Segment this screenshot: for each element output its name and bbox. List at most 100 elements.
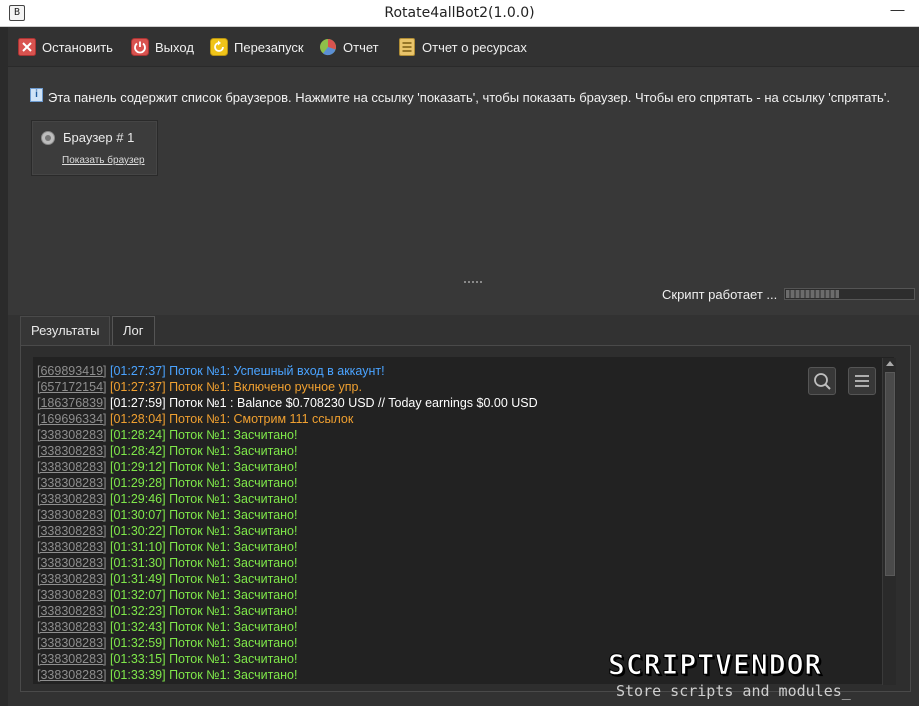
watermark-title: SCRIPTVENDOR: [607, 648, 823, 682]
script-progress-bar: [784, 288, 915, 300]
log-line-text: [01:31:10] Поток №1: Засчитано!: [106, 540, 298, 554]
log-line-id[interactable]: [657172154]: [37, 380, 107, 394]
log-line-text: [01:33:15] Поток №1: Засчитано!: [106, 652, 298, 666]
script-progress-fill: [786, 290, 839, 298]
log-line-text: [01:27:37] Поток №1: Успешный вход в акк…: [106, 364, 385, 378]
menu-button[interactable]: [848, 367, 876, 395]
info-icon: i: [30, 87, 43, 102]
log-line-id[interactable]: [338308283]: [37, 428, 107, 442]
log-line-text: [01:32:59] Поток №1: Засчитано!: [106, 636, 298, 650]
menu-icon: [855, 375, 869, 387]
browser-card: Браузер # 1 Показать браузер: [31, 120, 158, 176]
log-line-text: [01:32:43] Поток №1: Засчитано!: [106, 620, 298, 634]
report-button[interactable]: Отчет: [319, 36, 379, 58]
watermark: SCRIPTVENDOR Store scripts and modules_: [607, 648, 913, 706]
browser-panel: i Эта панель содержит список браузеров. …: [8, 66, 919, 315]
log-line: [338308283] [01:32:43] Поток №1: Засчита…: [37, 619, 538, 635]
log-line-id[interactable]: [186376839]: [37, 396, 107, 410]
panel-splitter-handle[interactable]: [464, 281, 482, 285]
log-line-text: [01:33:39] Поток №1: Засчитано!: [106, 668, 298, 682]
tab-log[interactable]: Лог: [112, 316, 155, 346]
log-panel: [669893419] [01:27:37] Поток №1: Успешны…: [20, 345, 911, 692]
log-line-text: [01:29:28] Поток №1: Засчитано!: [106, 476, 298, 490]
log-line-id[interactable]: [338308283]: [37, 476, 107, 490]
power-icon: [131, 38, 149, 56]
toolbar: Остановить Выход Перезапуск Отчет Отчет …: [8, 28, 919, 66]
log-line-id[interactable]: [169696334]: [37, 412, 107, 426]
exit-button[interactable]: Выход: [131, 36, 194, 58]
restart-button[interactable]: Перезапуск: [210, 36, 304, 58]
log-line: [338308283] [01:31:49] Поток №1: Засчита…: [37, 571, 538, 587]
log-line: [338308283] [01:32:23] Поток №1: Засчита…: [37, 603, 538, 619]
log-line: [338308283] [01:33:39] Поток №1: Засчита…: [37, 667, 538, 683]
log-line-id[interactable]: [338308283]: [37, 652, 107, 666]
scroll-thumb[interactable]: [885, 372, 895, 576]
list-icon: [398, 38, 416, 56]
log-line-text: [01:30:07] Поток №1: Засчитано!: [106, 508, 298, 522]
log-line-text: [01:30:22] Поток №1: Засчитано!: [106, 524, 298, 538]
log-line-id[interactable]: [669893419]: [37, 364, 107, 378]
log-line-id[interactable]: [338308283]: [37, 588, 107, 602]
stop-button[interactable]: Остановить: [18, 36, 113, 58]
restart-button-label: Перезапуск: [234, 39, 304, 55]
window-left-edge: [0, 27, 8, 706]
log-line: [338308283] [01:31:10] Поток №1: Засчита…: [37, 539, 538, 555]
log-line-text: [01:27:59] Поток №1 : Balance $0.708230 …: [106, 396, 538, 410]
pie-chart-icon: [319, 38, 337, 56]
log-line-text: [01:32:07] Поток №1: Засчитано!: [106, 588, 298, 602]
log-line-id[interactable]: [338308283]: [37, 620, 107, 634]
log-line-id[interactable]: [338308283]: [37, 556, 107, 570]
window-title: Rotate4allBot2(1.0.0): [384, 5, 535, 21]
log-line-id[interactable]: [338308283]: [37, 540, 107, 554]
log-line-id[interactable]: [338308283]: [37, 572, 107, 586]
scroll-up-arrow[interactable]: [886, 361, 894, 366]
log-line-text: [01:32:23] Поток №1: Засчитано!: [106, 604, 298, 618]
log-line-id[interactable]: [338308283]: [37, 492, 107, 506]
tab-results[interactable]: Результаты: [20, 316, 110, 346]
log-line: [657172154] [01:27:37] Поток №1: Включен…: [37, 379, 538, 395]
log-line-id[interactable]: [338308283]: [37, 444, 107, 458]
log-line: [338308283] [01:28:42] Поток №1: Засчита…: [37, 443, 538, 459]
info-message: i Эта панель содержит список браузеров. …: [30, 87, 890, 105]
search-button[interactable]: [808, 367, 836, 395]
log-line: [169696334] [01:28:04] Поток №1: Смотрим…: [37, 411, 538, 427]
log-line: [338308283] [01:32:59] Поток №1: Засчита…: [37, 635, 538, 651]
log-line: [338308283] [01:32:07] Поток №1: Засчита…: [37, 587, 538, 603]
log-line: [338308283] [01:30:07] Поток №1: Засчита…: [37, 507, 538, 523]
log-line-text: [01:31:30] Поток №1: Засчитано!: [106, 556, 298, 570]
title-bar: B Rotate4allBot2(1.0.0) —: [0, 0, 919, 27]
search-icon: [814, 373, 831, 390]
info-text: Эта панель содержит список браузеров. На…: [48, 90, 890, 105]
log-line-text: [01:28:24] Поток №1: Засчитано!: [106, 428, 298, 442]
log-line-text: [01:28:04] Поток №1: Смотрим 111 ссылок: [106, 412, 354, 426]
log-line-id[interactable]: [338308283]: [37, 636, 107, 650]
stop-button-label: Остановить: [42, 39, 113, 55]
log-line-id[interactable]: [338308283]: [37, 460, 107, 474]
show-browser-link[interactable]: Показать браузер: [62, 155, 145, 166]
log-line-text: [01:29:12] Поток №1: Засчитано!: [106, 460, 298, 474]
log-line-text: [01:28:42] Поток №1: Засчитано!: [106, 444, 298, 458]
log-line: [338308283] [01:29:28] Поток №1: Засчита…: [37, 475, 538, 491]
log-line: [669893419] [01:27:37] Поток №1: Успешны…: [37, 363, 538, 379]
log-line: [338308283] [01:29:46] Поток №1: Засчита…: [37, 491, 538, 507]
script-status-text: Скрипт работает ...: [662, 287, 778, 302]
log-line-id[interactable]: [338308283]: [37, 508, 107, 522]
log-line-text: [01:31:49] Поток №1: Засчитано!: [106, 572, 298, 586]
log-line-id[interactable]: [338308283]: [37, 604, 107, 618]
watermark-subtitle: Store scripts and modules_: [616, 682, 851, 700]
browser-name: Браузер # 1: [63, 130, 135, 145]
log-line-id[interactable]: [338308283]: [37, 668, 107, 682]
minimize-button[interactable]: —: [876, 0, 919, 20]
log-line-text: [01:27:37] Поток №1: Включено ручное упр…: [106, 380, 362, 394]
report-button-label: Отчет: [343, 39, 379, 55]
refresh-icon: [210, 38, 228, 56]
resource-report-button[interactable]: Отчет о ресурсах: [398, 36, 527, 58]
log-view[interactable]: [669893419] [01:27:37] Поток №1: Успешны…: [33, 357, 894, 684]
log-line-id[interactable]: [338308283]: [37, 524, 107, 538]
log-scrollbar[interactable]: [882, 358, 896, 685]
log-lines: [669893419] [01:27:37] Поток №1: Успешны…: [37, 363, 538, 683]
log-line: [186376839] [01:27:59] Поток №1 : Balanc…: [37, 395, 538, 411]
exit-button-label: Выход: [155, 39, 194, 55]
browser-icon: [41, 131, 55, 145]
log-line: [338308283] [01:28:24] Поток №1: Засчита…: [37, 427, 538, 443]
